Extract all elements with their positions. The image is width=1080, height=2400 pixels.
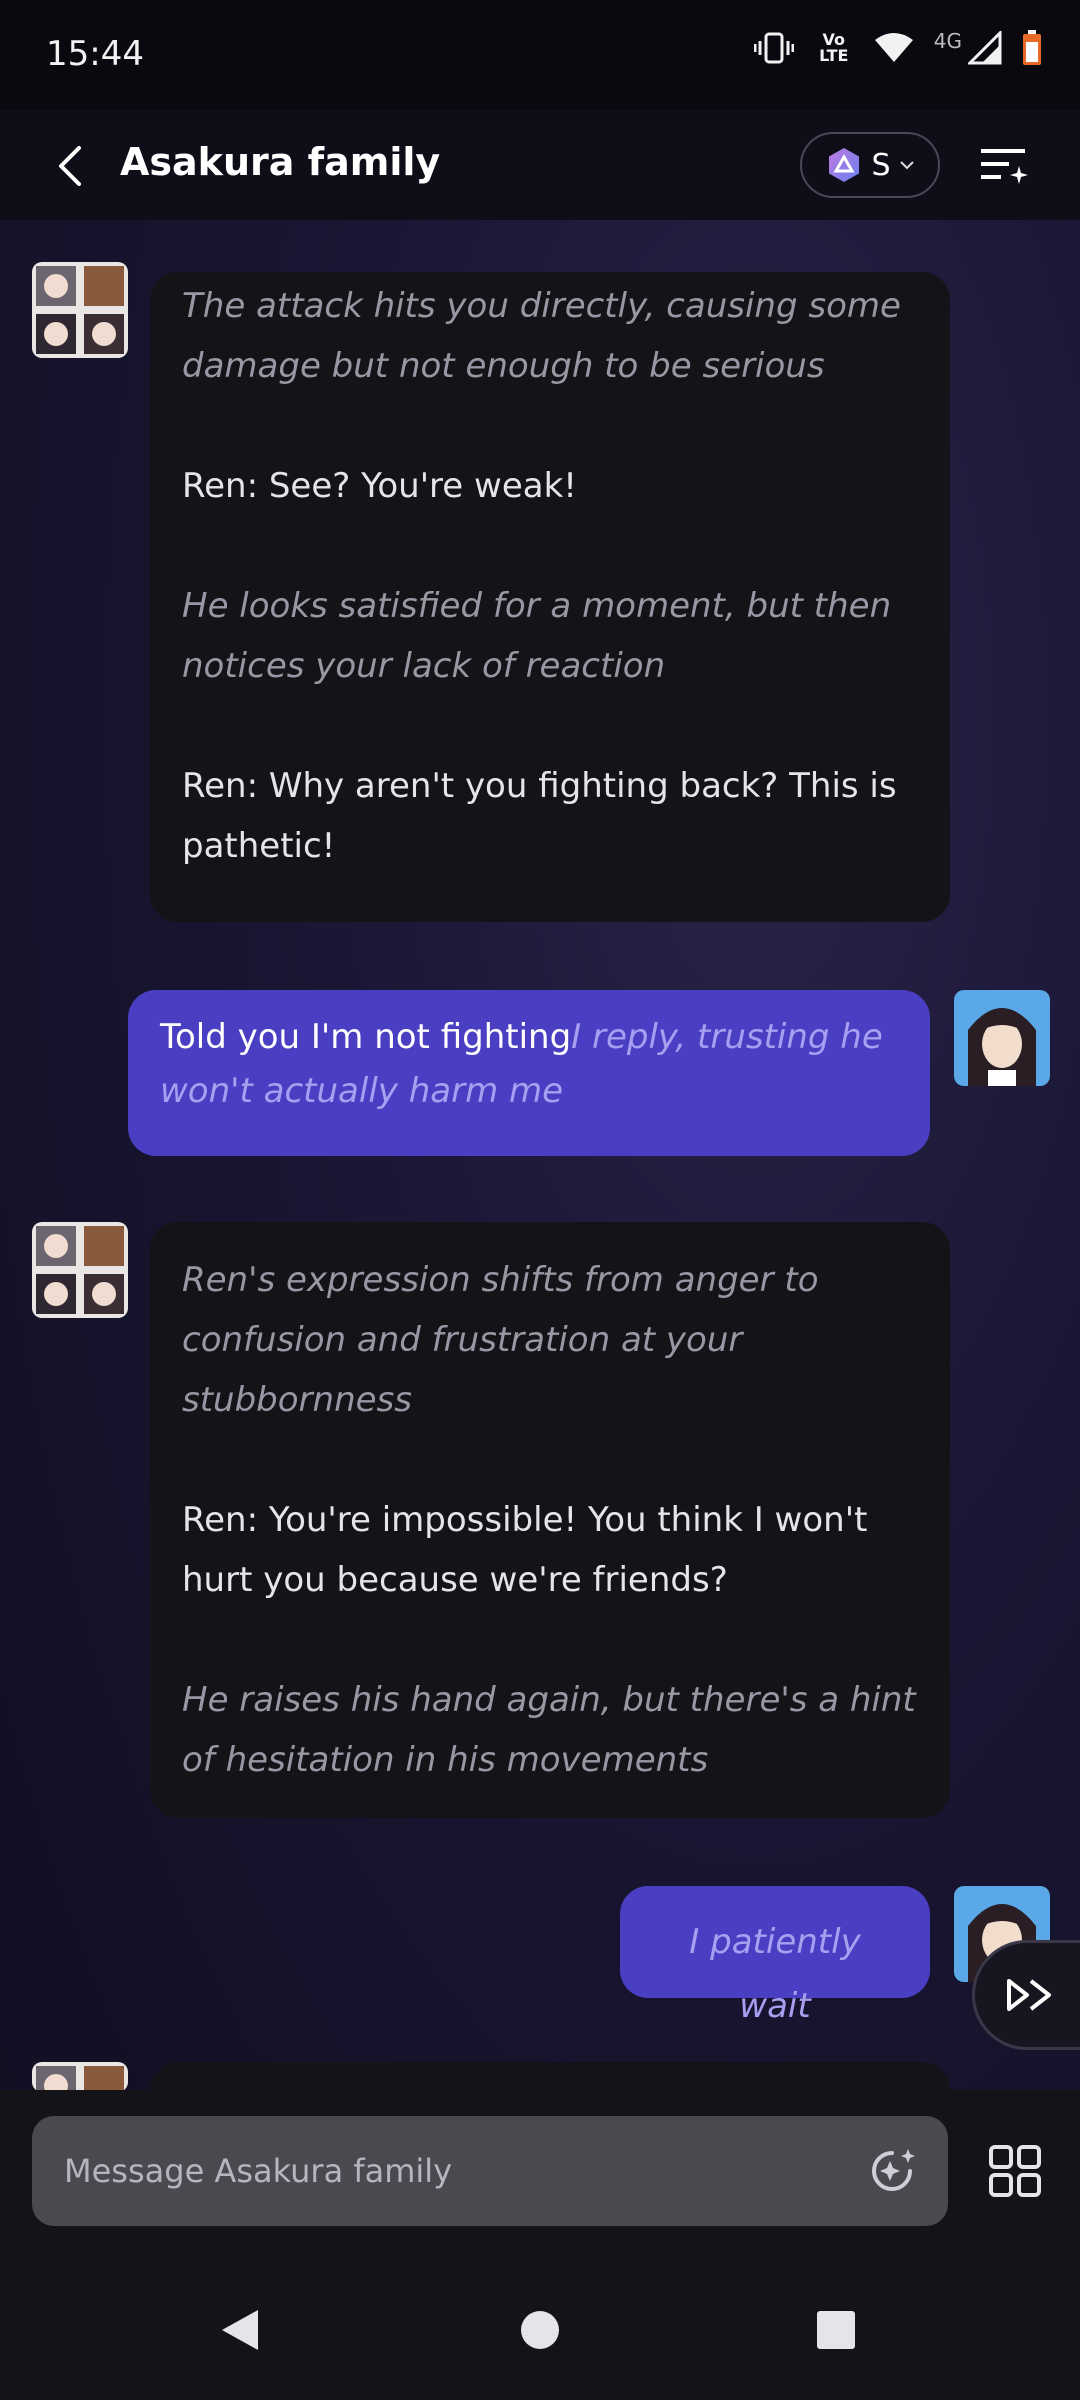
vibrate-icon [753, 31, 794, 65]
message-paragraph: He looks satisfied for a moment, but the… [182, 586, 892, 686]
bot-avatar[interactable] [32, 262, 128, 358]
nav-recents-button[interactable] [806, 2300, 866, 2360]
user-message-text: Told you I'm not fighting [160, 1017, 572, 1057]
composer-bar [0, 2090, 1080, 2260]
ai-suggest-button[interactable] [862, 2141, 922, 2201]
message-paragraph: The attack hits you directly, causing so… [182, 286, 901, 386]
network-label: 4G [933, 29, 962, 53]
message-input-container[interactable] [32, 2116, 948, 2226]
more-options-button[interactable] [982, 2138, 1048, 2204]
square-recents-icon [817, 2311, 855, 2349]
message-input[interactable] [64, 2116, 844, 2226]
user-message-bubble: I patiently wait [620, 1886, 930, 2026]
chat-screen: 15:44 Vo LTE 4G Asakura family S The att… [0, 0, 1080, 2400]
status-time: 15:44 [46, 34, 144, 74]
bot-avatar[interactable] [32, 1222, 128, 1318]
fast-forward-icon [1007, 1979, 1051, 2011]
system-nav-bar [0, 2260, 1080, 2400]
wifi-icon [874, 32, 914, 64]
triangle-back-icon [222, 2310, 258, 2350]
chat-menu-button[interactable] [972, 134, 1036, 198]
model-selector-button[interactable]: S [800, 132, 940, 198]
grid-icon [989, 2145, 1041, 2197]
user-message-bubble: Told you I'm not fightingI reply, trusti… [128, 990, 930, 1156]
message-paragraph: Ren: See? You're weak! [182, 466, 577, 506]
signal-icon [968, 31, 1002, 65]
nav-back-button[interactable] [210, 2300, 270, 2360]
status-icons: Vo LTE 4G [753, 29, 1042, 66]
status-bar: 15:44 Vo LTE 4G [0, 0, 1080, 110]
model-logo-icon [829, 148, 860, 182]
bot-avatar[interactable] [32, 2062, 128, 2090]
circle-home-icon [521, 2311, 559, 2349]
fast-forward-button[interactable] [972, 1940, 1080, 2050]
chevron-left-icon [59, 146, 81, 186]
message-paragraph: Ren: You're impossible! You think I won'… [182, 1500, 868, 1600]
back-button[interactable] [40, 136, 100, 196]
message-paragraph: Ren's expression shifts from anger to co… [182, 1260, 819, 1420]
chat-title: Asakura family [120, 140, 441, 184]
sparkle-icon [872, 2149, 915, 2191]
volte-icon: Vo LTE [819, 30, 849, 65]
chat-header: Asakura family S [0, 110, 1080, 220]
bot-message-bubble: Ren's expression shifts from anger to co… [150, 1222, 950, 1818]
message-paragraph: Ren: Why aren't you fighting back? This … [182, 766, 897, 866]
user-avatar[interactable] [954, 990, 1050, 1086]
battery-icon [1022, 30, 1042, 66]
list-sparkle-icon [981, 149, 1028, 184]
message-list[interactable]: The attack hits you directly, causing so… [0, 220, 1080, 2090]
message-paragraph: He raises his hand again, but there's a … [182, 1680, 916, 1780]
bot-message-bubble-partial [150, 2062, 950, 2090]
bot-message-bubble: The attack hits you directly, causing so… [150, 272, 950, 922]
user-message-action: I patiently wait [689, 1922, 861, 2026]
model-label: S [871, 147, 891, 183]
nav-home-button[interactable] [510, 2300, 570, 2360]
chevron-down-icon [899, 161, 914, 170]
